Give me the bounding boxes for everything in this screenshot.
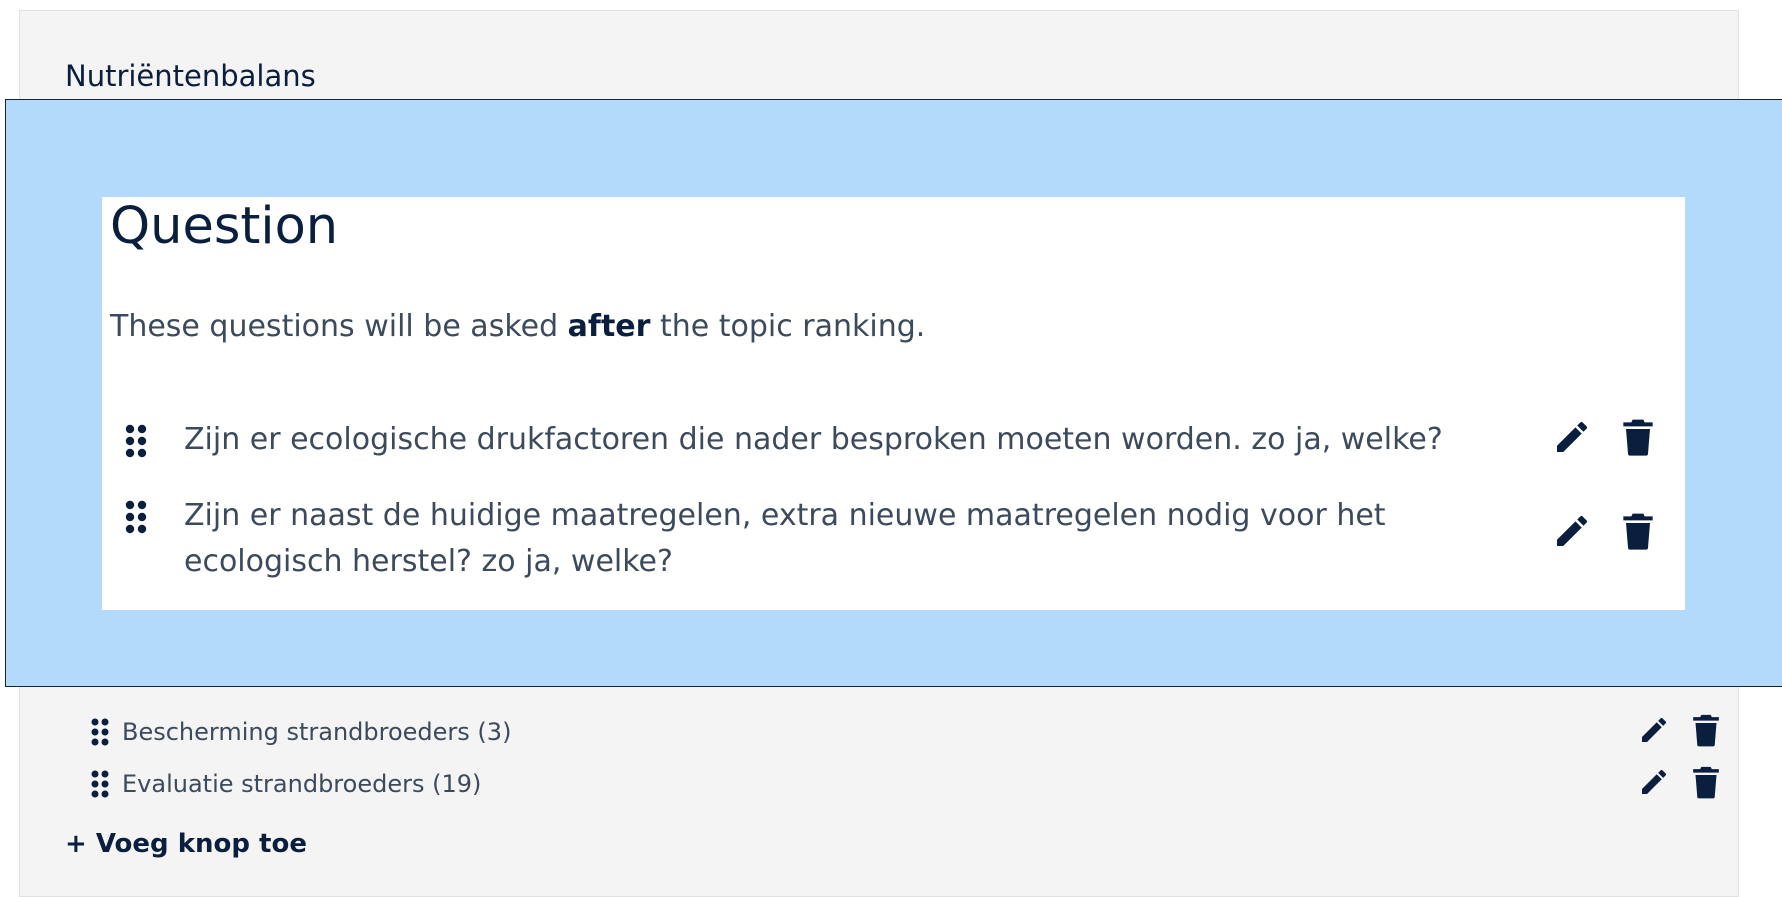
question-text: Zijn er naast de huidige maatregelen, ex… [184,498,1386,579]
pencil-icon[interactable] [1638,714,1670,750]
question-intro: These questions will be asked after the … [110,309,925,344]
trash-icon[interactable] [1692,713,1720,751]
drag-handle-icon[interactable] [124,499,148,539]
question-title: Question [110,197,339,256]
question-row[interactable]: Zijn er naast de huidige maatregelen, ex… [124,493,1654,589]
pencil-icon[interactable] [1638,766,1670,802]
trash-icon[interactable] [1622,417,1654,461]
topic-actions [1638,765,1720,803]
topic-row[interactable]: Evaluatie strandbroeders (19) [90,764,1720,804]
pencil-icon[interactable] [1552,511,1592,555]
intro-after: the topic ranking. [650,309,926,344]
trash-icon[interactable] [1622,511,1654,555]
question-actions [1552,417,1654,461]
question-row[interactable]: Zijn er ecologische drukfactoren die nad… [124,417,1654,467]
drag-overlay: Question These questions will be asked a… [5,99,1782,687]
add-button[interactable]: + Voeg knop toe [65,829,307,859]
pencil-icon[interactable] [1552,417,1592,461]
question-card: Question These questions will be asked a… [102,197,1685,610]
trash-icon[interactable] [1692,765,1720,803]
intro-bold: after [567,309,651,344]
panel-title: Nutriëntenbalans [65,59,316,93]
intro-before: These questions will be asked [110,309,568,344]
drag-handle-icon[interactable] [124,423,148,463]
drag-handle-icon[interactable] [90,769,110,799]
question-text: Zijn er ecologische drukfactoren die nad… [184,422,1443,457]
topic-row[interactable]: Bescherming strandbroeders (3) [90,712,1720,752]
topic-label: Evaluatie strandbroeders (19) [122,770,482,798]
topic-actions [1638,713,1720,751]
question-actions [1552,511,1654,555]
topic-label: Bescherming strandbroeders (3) [122,718,512,746]
drag-handle-icon[interactable] [90,717,110,747]
